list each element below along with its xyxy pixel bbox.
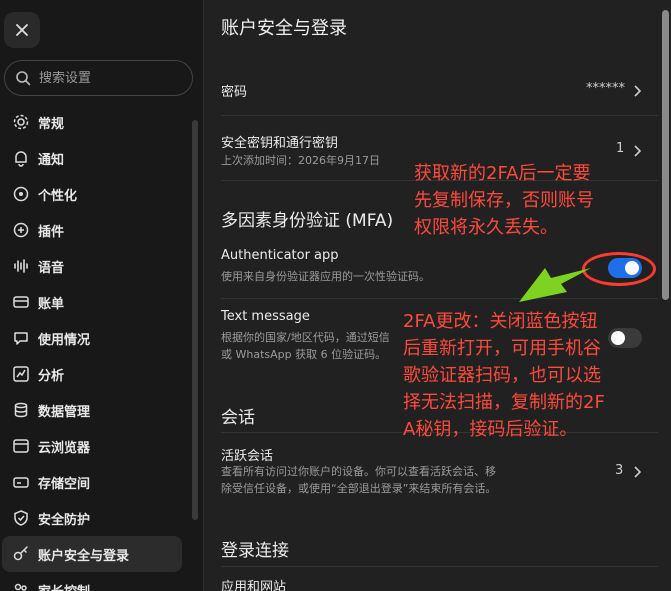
toggle-knob (611, 331, 625, 345)
settings-nav: 常规 通知 个性化 插件 语音 账单 使用情况 分析 数据管理 云浏览器 存储空… (0, 104, 190, 591)
annotation-line: 获取新的2FA后一定要 (414, 163, 591, 184)
chevron-right-icon[interactable] (632, 144, 642, 158)
active-sessions-subtitle-1: 查看所有访问过你账户的设备。你可以查看活跃会话、移 (221, 465, 496, 478)
sidebar-item-storage[interactable]: 存储空间 (2, 464, 182, 500)
authenticator-subtitle: 使用来自身份验证器应用的一次性验证码。 (221, 270, 430, 283)
sidebar-item-label: 数据管理 (38, 404, 91, 420)
annotation-line: A秘钥，接码后验证。 (403, 419, 578, 440)
settings-sidebar: 常规 通知 个性化 插件 语音 账单 使用情况 分析 (0, 0, 203, 591)
annotation-note-1: 获取新的2FA后一定要 先复制保存，否则账号 权限将永久丢失。 (414, 160, 594, 241)
annotation-line: 2FA更改：关闭蓝色按钮 (403, 311, 598, 332)
sidebar-item-label: 语音 (38, 260, 65, 276)
sidebar-item-data-controls[interactable]: 数据管理 (2, 392, 182, 428)
card-icon (13, 296, 29, 308)
sidebar-item-billing[interactable]: 账单 (2, 284, 182, 320)
gear-icon (13, 114, 29, 130)
sidebar-item-label: 账单 (38, 296, 65, 312)
database-icon (14, 402, 28, 418)
sidebar-item-cloud-browser[interactable]: 云浏览器 (2, 428, 182, 464)
search-icon (16, 71, 31, 86)
key-icon (13, 546, 28, 561)
waveform-icon (14, 259, 28, 273)
sidebar-item-label: 个性化 (38, 188, 78, 204)
search-box[interactable] (4, 60, 193, 96)
sidebar-item-label: 使用情况 (38, 332, 91, 348)
password-value: ****** (586, 81, 625, 96)
main-scrollbar[interactable] (662, 10, 669, 300)
sidebar-item-label: 账户安全与登录 (38, 548, 130, 564)
sidebar-item-label: 存储空间 (38, 476, 91, 492)
sidebar-item-label: 云浏览器 (38, 440, 91, 456)
search-input[interactable] (39, 70, 169, 86)
annotation-line: 歌验证器扫码，也可以选 (403, 365, 601, 386)
annotation-line: 后重新打开，可用手机谷 (403, 338, 601, 359)
sidebar-item-personalization[interactable]: 个性化 (2, 176, 182, 212)
annotation-note-2: 2FA更改：关闭蓝色按钮 后重新打开，可用手机谷 歌验证器扫码，也可以选 择无法… (403, 308, 605, 443)
annotation-line: 权限将永久丢失。 (414, 217, 558, 238)
sidebar-item-security[interactable]: 安全防护 (2, 500, 182, 536)
mfa-section-title: 多因素身份验证 (MFA) (221, 211, 394, 231)
sidebar-scrollbar[interactable] (192, 120, 198, 520)
sessions-section-title: 会话 (221, 408, 255, 428)
sms-subtitle-2: 或 WhatsApp 获取 6 位验证码。 (221, 348, 387, 361)
divider (221, 566, 658, 567)
sidebar-item-notifications[interactable]: 通知 (2, 140, 182, 176)
sidebar-item-label: 插件 (38, 224, 65, 240)
sidebar-item-account-security[interactable]: 账户安全与登录 (2, 536, 182, 572)
sidebar-item-general[interactable]: 常规 (2, 104, 182, 140)
sms-label: Text message (221, 309, 310, 324)
passkeys-subtitle: 上次添加时间：2026年9月17日 (221, 154, 380, 167)
sidebar-item-analytics[interactable]: 分析 (2, 356, 182, 392)
sidebar-item-usage[interactable]: 使用情况 (2, 320, 182, 356)
divider (221, 115, 658, 116)
active-sessions-count: 3 (615, 463, 624, 478)
active-sessions-label: 活跃会话 (221, 449, 274, 464)
chevron-right-icon[interactable] (632, 84, 642, 98)
sidebar-item-label: 分析 (38, 368, 65, 384)
annotation-line: 择无法扫描，复制新的2F (403, 392, 605, 413)
sms-subtitle-1: 根据你的国家/地区代码，通过短信 (221, 331, 390, 344)
close-icon (16, 24, 28, 36)
browser-icon (13, 439, 29, 453)
chat-icon (14, 332, 28, 345)
annotation-line: 先复制保存，否则账号 (414, 190, 594, 211)
password-label: 密码 (221, 85, 248, 100)
arrow-icon (519, 268, 591, 302)
family-icon (14, 583, 27, 591)
sidebar-item-label: 安全防护 (38, 512, 91, 528)
page-title: 账户安全与登录 (221, 18, 347, 39)
chevron-right-icon[interactable] (632, 465, 642, 479)
authenticator-label: Authenticator app (221, 248, 339, 263)
login-section-title: 登录连接 (221, 541, 289, 561)
active-sessions-subtitle-2: 除受信任设备，或使用“全部退出登录”来结束所有会话。 (221, 482, 497, 495)
sidebar-item-parental-controls[interactable]: 家长控制 (2, 572, 182, 591)
bell-icon (15, 151, 27, 167)
storage-icon (13, 477, 29, 488)
sidebar-item-plugins[interactable]: 插件 (2, 212, 182, 248)
palette-icon (13, 186, 29, 202)
sidebar-item-label: 通知 (38, 152, 65, 168)
sidebar-item-label: 家长控制 (38, 581, 90, 591)
plugin-icon (13, 222, 29, 238)
settings-main: 账户安全与登录 密码 ****** 安全密钥和通行密钥 上次添加时间：2026年… (203, 0, 671, 591)
sidebar-item-label: 常规 (38, 116, 65, 132)
apps-label: 应用和网站 (221, 580, 287, 591)
close-button[interactable] (4, 12, 40, 48)
sms-toggle[interactable] (608, 328, 642, 348)
passkeys-label: 安全密钥和通行密钥 (221, 136, 339, 151)
shield-icon (14, 510, 28, 526)
passkeys-count: 1 (616, 141, 625, 156)
chart-icon (13, 366, 29, 382)
sidebar-item-voice[interactable]: 语音 (2, 248, 182, 284)
